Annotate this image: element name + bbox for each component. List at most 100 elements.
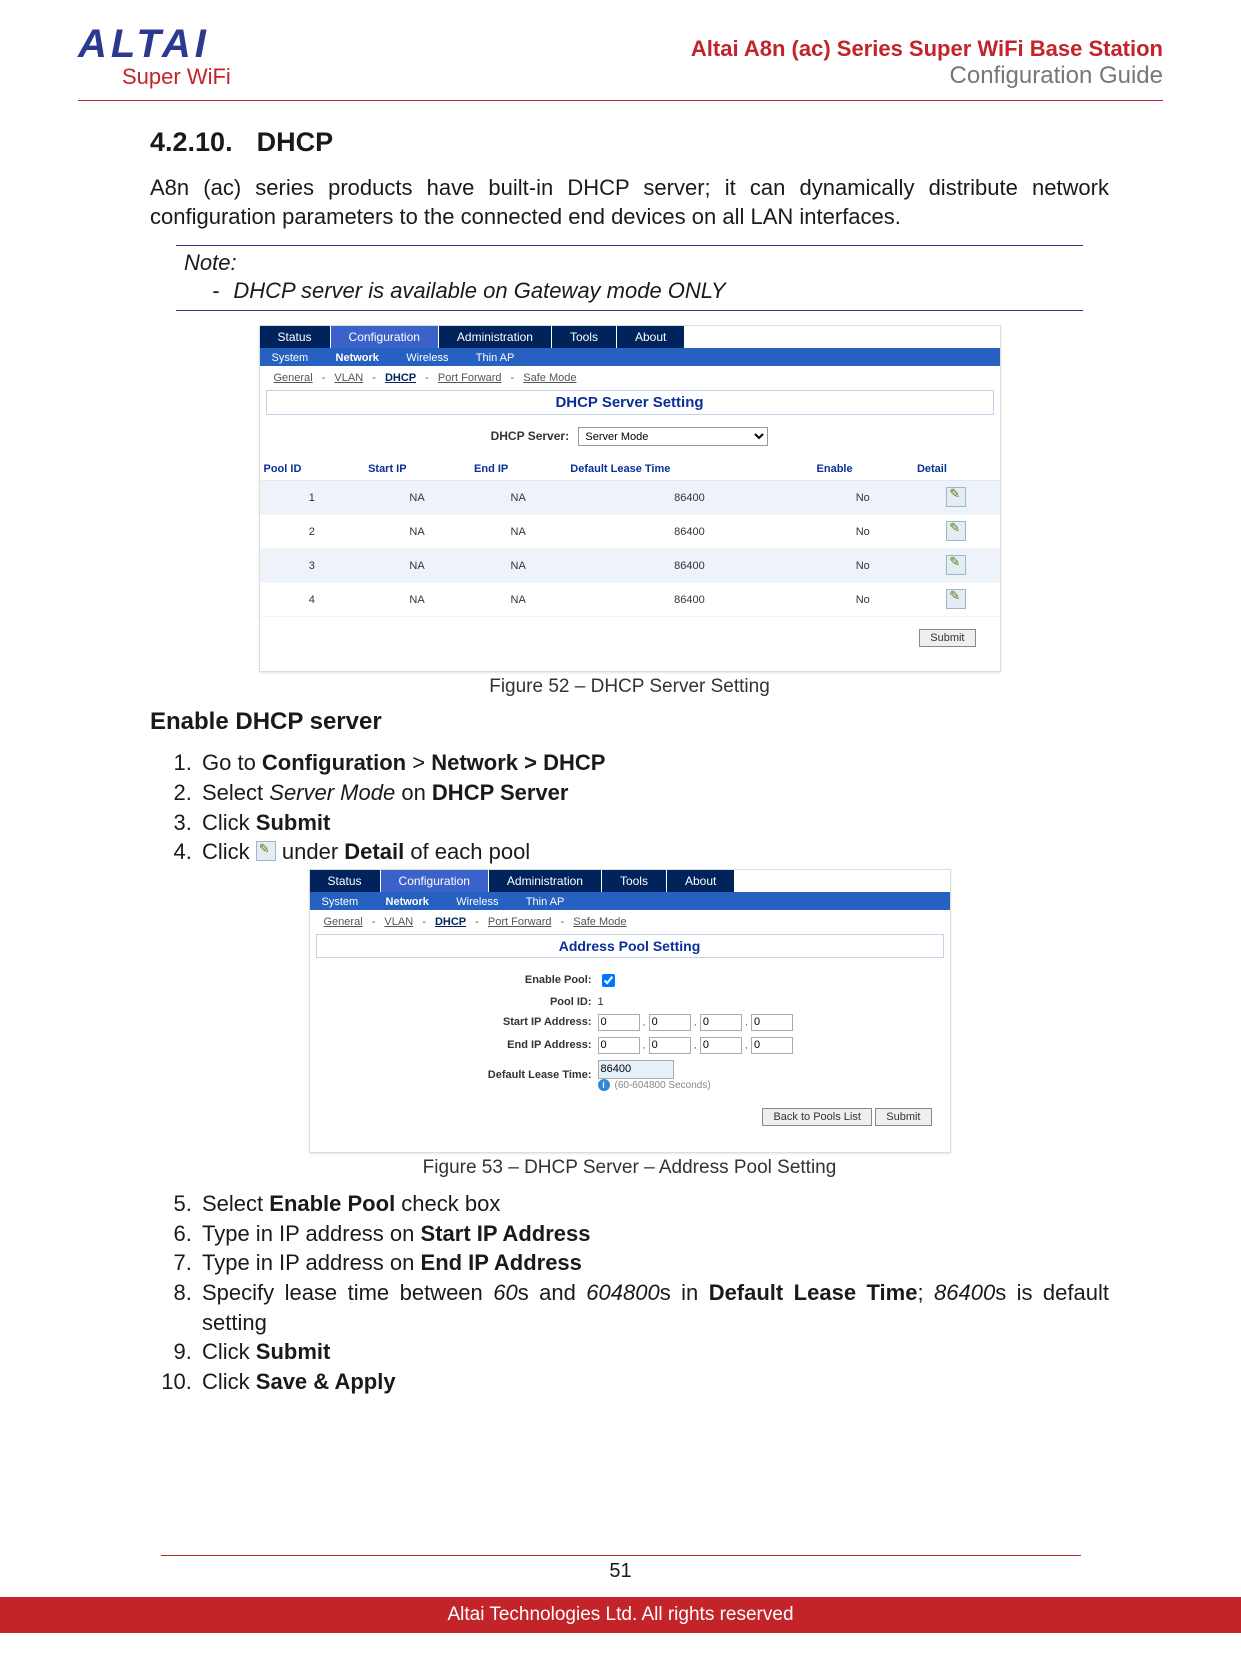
- note-title: Note:: [184, 250, 1083, 276]
- submit-button[interactable]: Submit: [919, 629, 975, 647]
- steps-list-continued: Select Enable Pool check box Type in IP …: [174, 1189, 1109, 1397]
- tab-configuration[interactable]: Configuration: [331, 326, 439, 348]
- section-heading: 4.2.10. DHCP: [150, 127, 1109, 158]
- crumb-vlan[interactable]: VLAN: [334, 372, 363, 384]
- lease-time-input[interactable]: [598, 1060, 674, 1079]
- enable-pool-label: Enable Pool:: [402, 974, 598, 986]
- list-item: Click under Detail of each pool: [198, 837, 1109, 867]
- end-ip-octet[interactable]: [751, 1037, 793, 1054]
- col-detail: Detail: [913, 458, 1000, 481]
- list-item: Specify lease time between 60s and 60480…: [198, 1278, 1109, 1337]
- panel-title: Address Pool Setting: [316, 934, 944, 958]
- dhcp-pool-table: Pool ID Start IP End IP Default Lease Ti…: [260, 458, 1000, 617]
- list-item: Click Submit: [198, 1337, 1109, 1367]
- crumb-safemode[interactable]: Safe Mode: [523, 372, 576, 384]
- dhcp-server-label: DHCP Server:: [491, 429, 569, 443]
- steps-list: Go to Configuration > Network > DHCP Sel…: [174, 748, 1109, 867]
- edit-icon[interactable]: [946, 521, 966, 541]
- info-icon: i: [598, 1079, 610, 1091]
- tab-administration[interactable]: Administration: [489, 870, 602, 892]
- brand-logo: ALTAI Super WiFi: [78, 24, 231, 90]
- crumb-safemode[interactable]: Safe Mode: [573, 916, 626, 928]
- note-item: DHCP server is available on Gateway mode…: [232, 278, 1083, 304]
- note-box: Note: DHCP server is available on Gatewa…: [176, 245, 1083, 311]
- list-item: Type in IP address on Start IP Address: [198, 1219, 1109, 1249]
- col-enable: Enable: [813, 458, 913, 481]
- start-ip-octet[interactable]: [700, 1014, 742, 1031]
- subtab-system[interactable]: System: [260, 349, 321, 367]
- panel-title: DHCP Server Setting: [266, 390, 994, 415]
- page-number: 51: [0, 1555, 1241, 1583]
- subtab-thinap[interactable]: Thin AP: [514, 893, 577, 911]
- breadcrumb-tabs: General - VLAN - DHCP - Port Forward - S…: [260, 366, 1000, 390]
- sub-tabs: System Network Wireless Thin AP: [260, 348, 1000, 366]
- doc-title-line2: Configuration Guide: [691, 62, 1163, 90]
- footer-bar: Altai Technologies Ltd. All rights reser…: [0, 1597, 1241, 1633]
- list-item: Select Enable Pool check box: [198, 1189, 1109, 1219]
- col-endip: End IP: [470, 458, 566, 481]
- brand-sub: Super WiFi: [122, 64, 231, 90]
- subtab-wireless[interactable]: Wireless: [444, 893, 510, 911]
- screenshot-address-pool: Status Configuration Administration Tool…: [309, 869, 951, 1153]
- tab-status[interactable]: Status: [310, 870, 381, 892]
- end-ip-octet[interactable]: [700, 1037, 742, 1054]
- subtab-thinap[interactable]: Thin AP: [464, 349, 527, 367]
- subtab-network[interactable]: Network: [324, 349, 391, 367]
- subtab-system[interactable]: System: [310, 893, 371, 911]
- edit-icon[interactable]: [946, 487, 966, 507]
- crumb-dhcp[interactable]: DHCP: [435, 916, 466, 928]
- figure-caption: Figure 53 – DHCP Server – Address Pool S…: [150, 1157, 1109, 1179]
- crumb-portforward[interactable]: Port Forward: [488, 916, 552, 928]
- crumb-dhcp[interactable]: DHCP: [385, 372, 416, 384]
- endip-label: End IP Address:: [402, 1039, 598, 1051]
- submit-button[interactable]: Submit: [875, 1108, 931, 1126]
- tab-administration[interactable]: Administration: [439, 326, 552, 348]
- subsection-heading: Enable DHCP server: [150, 708, 1109, 736]
- tab-configuration[interactable]: Configuration: [381, 870, 489, 892]
- table-row: 1NANA86400No: [260, 481, 1000, 515]
- enable-pool-checkbox[interactable]: [602, 974, 615, 987]
- end-ip-octet[interactable]: [649, 1037, 691, 1054]
- poolid-label: Pool ID:: [402, 996, 598, 1008]
- lease-hint: (60-604800 Seconds): [615, 1080, 711, 1091]
- tab-about[interactable]: About: [617, 326, 685, 348]
- figure-caption: Figure 52 – DHCP Server Setting: [150, 676, 1109, 698]
- start-ip-octet[interactable]: [598, 1014, 640, 1031]
- back-button[interactable]: Back to Pools List: [762, 1108, 871, 1126]
- crumb-general[interactable]: General: [324, 916, 363, 928]
- list-item: Click Submit: [198, 808, 1109, 838]
- tab-about[interactable]: About: [667, 870, 735, 892]
- dhcp-server-select[interactable]: Server Mode: [578, 427, 768, 446]
- list-item: Type in IP address on End IP Address: [198, 1248, 1109, 1278]
- start-ip-octet[interactable]: [751, 1014, 793, 1031]
- col-poolid: Pool ID: [260, 458, 365, 481]
- tab-status[interactable]: Status: [260, 326, 331, 348]
- lease-label: Default Lease Time:: [402, 1069, 598, 1081]
- page-header: ALTAI Super WiFi Altai A8n (ac) Series S…: [78, 18, 1163, 101]
- crumb-general[interactable]: General: [274, 372, 313, 384]
- list-item: Go to Configuration > Network > DHCP: [198, 748, 1109, 778]
- table-row: 3NANA86400No: [260, 549, 1000, 583]
- end-ip-octet[interactable]: [598, 1037, 640, 1054]
- col-lease: Default Lease Time: [566, 458, 812, 481]
- tab-tools[interactable]: Tools: [602, 870, 667, 892]
- edit-icon[interactable]: [946, 555, 966, 575]
- startip-label: Start IP Address:: [402, 1016, 598, 1028]
- list-item: Select Server Mode on DHCP Server: [198, 778, 1109, 808]
- edit-icon: [256, 841, 276, 861]
- list-item: Click Save & Apply: [198, 1367, 1109, 1397]
- col-startip: Start IP: [364, 458, 470, 481]
- section-title: DHCP: [257, 127, 334, 157]
- poolid-value: 1: [598, 996, 858, 1008]
- subtab-network[interactable]: Network: [374, 893, 441, 911]
- section-number: 4.2.10.: [150, 127, 233, 157]
- crumb-portforward[interactable]: Port Forward: [438, 372, 502, 384]
- table-row: 4NANA86400No: [260, 583, 1000, 617]
- crumb-vlan[interactable]: VLAN: [384, 916, 413, 928]
- brand-name: ALTAI: [78, 24, 231, 64]
- edit-icon[interactable]: [946, 589, 966, 609]
- subtab-wireless[interactable]: Wireless: [394, 349, 460, 367]
- main-tabs: Status Configuration Administration Tool…: [260, 326, 1000, 348]
- start-ip-octet[interactable]: [649, 1014, 691, 1031]
- tab-tools[interactable]: Tools: [552, 326, 617, 348]
